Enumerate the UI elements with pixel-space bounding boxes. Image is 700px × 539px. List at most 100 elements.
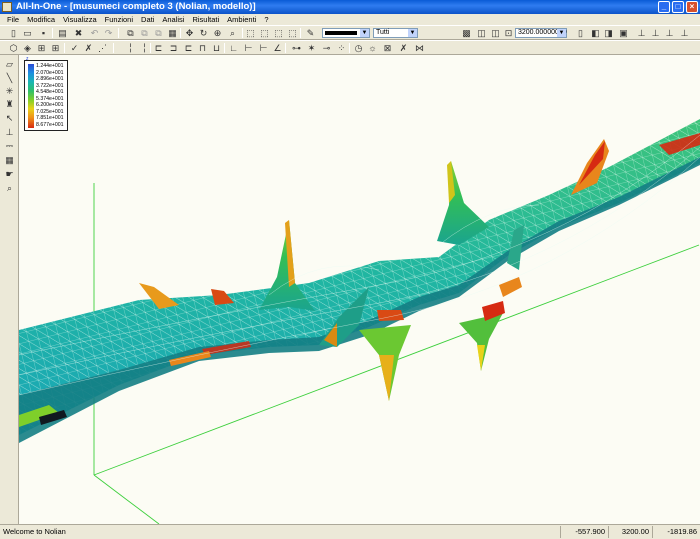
section-icon[interactable]: ⊥: [3, 127, 16, 138]
status-coord-z: -1819.86: [652, 526, 700, 538]
menu-file[interactable]: File: [3, 14, 23, 25]
page-icon[interactable]: ▯: [575, 28, 586, 38]
menu-ambienti[interactable]: Ambienti: [223, 14, 260, 25]
pan-icon[interactable]: ✥: [184, 28, 195, 38]
axis-icon[interactable]: ∟: [228, 43, 239, 53]
view-side-icon[interactable]: ⬚: [259, 28, 270, 38]
new-file-icon[interactable]: ▯: [8, 28, 19, 38]
constraint-icon[interactable]: ⊥: [664, 28, 675, 38]
wand-icon[interactable]: ✗: [83, 43, 94, 53]
magnifier-icon[interactable]: ⌕: [3, 183, 16, 194]
data-icon[interactable]: ⧉: [125, 28, 136, 38]
table-icon[interactable]: ▦: [167, 28, 178, 38]
grid-icon[interactable]: ⊞: [36, 43, 47, 53]
view-iso-icon[interactable]: ⬚: [287, 28, 298, 38]
open-folder-icon[interactable]: ▭: [22, 28, 33, 38]
rotate-icon[interactable]: ↻: [198, 28, 209, 38]
spring-icon[interactable]: ⊥: [679, 28, 690, 38]
model-viewport[interactable]: z y x: [19, 55, 700, 524]
select-icon[interactable]: ↖: [3, 113, 16, 124]
pencil-icon[interactable]: ✎: [305, 28, 316, 38]
menu-analisi[interactable]: Analisi: [158, 14, 188, 25]
view-3d-icon[interactable]: ◧: [590, 28, 601, 38]
zoom-dropdown[interactable]: 3200.00000000 ▼: [515, 28, 567, 38]
view-3d-alt-icon[interactable]: ◨: [603, 28, 614, 38]
separator: [118, 28, 119, 38]
copy-icon[interactable]: ⧉: [139, 28, 150, 38]
maximize-button[interactable]: □: [672, 1, 684, 13]
legend-value: 7.851e+001: [36, 115, 64, 121]
zoom-icon[interactable]: ⌕: [227, 28, 238, 38]
chevron-down-icon[interactable]: ▼: [557, 29, 566, 37]
align-center-icon[interactable]: ⊐: [168, 43, 179, 53]
link-icon[interactable]: ⊶: [291, 43, 302, 53]
graph-icon[interactable]: ⋈: [414, 43, 425, 53]
menu-help[interactable]: ?: [260, 14, 272, 25]
clock-icon[interactable]: ◷: [353, 43, 364, 53]
beam-icon[interactable]: ╎: [125, 43, 136, 53]
dimension-icon[interactable]: ⊢: [243, 43, 254, 53]
cube-icon[interactable]: ◫: [476, 28, 487, 38]
minimize-button[interactable]: _: [658, 1, 670, 13]
cube-wire-icon[interactable]: ◫: [490, 28, 501, 38]
view-top-icon[interactable]: ⬚: [273, 28, 284, 38]
node-icon[interactable]: ⋰: [97, 43, 108, 53]
check-icon[interactable]: ✓: [69, 43, 80, 53]
export-icon[interactable]: ▣: [618, 28, 629, 38]
line-icon[interactable]: ╲: [3, 73, 16, 84]
menu-visualizza[interactable]: Visualizza: [59, 14, 101, 25]
separator: [180, 28, 181, 38]
align-bottom-icon[interactable]: ⊔: [211, 43, 222, 53]
brush-icon[interactable]: ♜: [3, 99, 16, 110]
orbit-icon[interactable]: ⊕: [212, 28, 223, 38]
menu-risultati[interactable]: Risultati: [188, 14, 223, 25]
paste-icon[interactable]: ⧉: [153, 28, 164, 38]
dots-icon[interactable]: ⁘: [336, 43, 347, 53]
align-top-icon[interactable]: ⊓: [197, 43, 208, 53]
menu-modifica[interactable]: Modifica: [23, 14, 59, 25]
print-icon[interactable]: ▤: [57, 28, 68, 38]
solid-icon[interactable]: ◈: [22, 43, 33, 53]
save-icon[interactable]: ▪: [38, 28, 49, 38]
close-button[interactable]: ×: [686, 1, 698, 13]
span-icon[interactable]: ⎓: [3, 141, 16, 152]
redo-icon[interactable]: ↷: [103, 28, 114, 38]
app-window: All-In-One - [musumeci completo 3 (Nolia…: [0, 0, 700, 539]
undo-icon[interactable]: ↶: [89, 28, 100, 38]
measure-icon[interactable]: ⊢: [258, 43, 269, 53]
column-icon[interactable]: ╎: [139, 43, 150, 53]
mesh-icon[interactable]: ⬡: [8, 43, 19, 53]
render-icon[interactable]: ▩: [461, 28, 472, 38]
grid-fine-icon[interactable]: ⊞: [50, 43, 61, 53]
node-sel-icon[interactable]: ✳: [3, 86, 16, 97]
sparkle-icon[interactable]: ✶: [306, 43, 317, 53]
model-canvas[interactable]: [19, 55, 700, 524]
separator: [150, 43, 151, 53]
color-dropdown[interactable]: ▼: [322, 28, 370, 38]
legend-value: 1.244e+001: [36, 63, 64, 69]
menu-bar: File Modifica Visualizza Funzioni Dati A…: [0, 14, 700, 25]
delete-icon[interactable]: ✗: [398, 43, 409, 53]
layer-dropdown[interactable]: Tutti ▼: [373, 28, 418, 38]
angle-icon[interactable]: ∠: [272, 43, 283, 53]
chevron-down-icon[interactable]: ▼: [408, 29, 417, 37]
hinge-icon[interactable]: ⊸: [321, 43, 332, 53]
separator: [349, 43, 350, 53]
support-icon[interactable]: ⊥: [636, 28, 647, 38]
pointer-icon[interactable]: ☛: [3, 169, 16, 180]
status-message: Welcome to Nolian: [3, 527, 66, 536]
align-left-icon[interactable]: ⊏: [153, 43, 164, 53]
chevron-down-icon[interactable]: ▼: [360, 29, 369, 37]
transform-icon[interactable]: ⊠: [382, 43, 393, 53]
align-right-icon[interactable]: ⊏: [183, 43, 194, 53]
plane-icon[interactable]: ▱: [3, 59, 16, 70]
menu-dati[interactable]: Dati: [137, 14, 158, 25]
mesh-grid-icon[interactable]: ▦: [3, 155, 16, 166]
load-icon[interactable]: ⊥: [650, 28, 661, 38]
separator: [113, 43, 114, 53]
menu-funzioni[interactable]: Funzioni: [101, 14, 137, 25]
settings-icon[interactable]: ✖: [73, 28, 84, 38]
sun-icon[interactable]: ☼: [367, 43, 378, 53]
fit-icon[interactable]: ⊡: [503, 28, 514, 38]
view-front-icon[interactable]: ⬚: [245, 28, 256, 38]
